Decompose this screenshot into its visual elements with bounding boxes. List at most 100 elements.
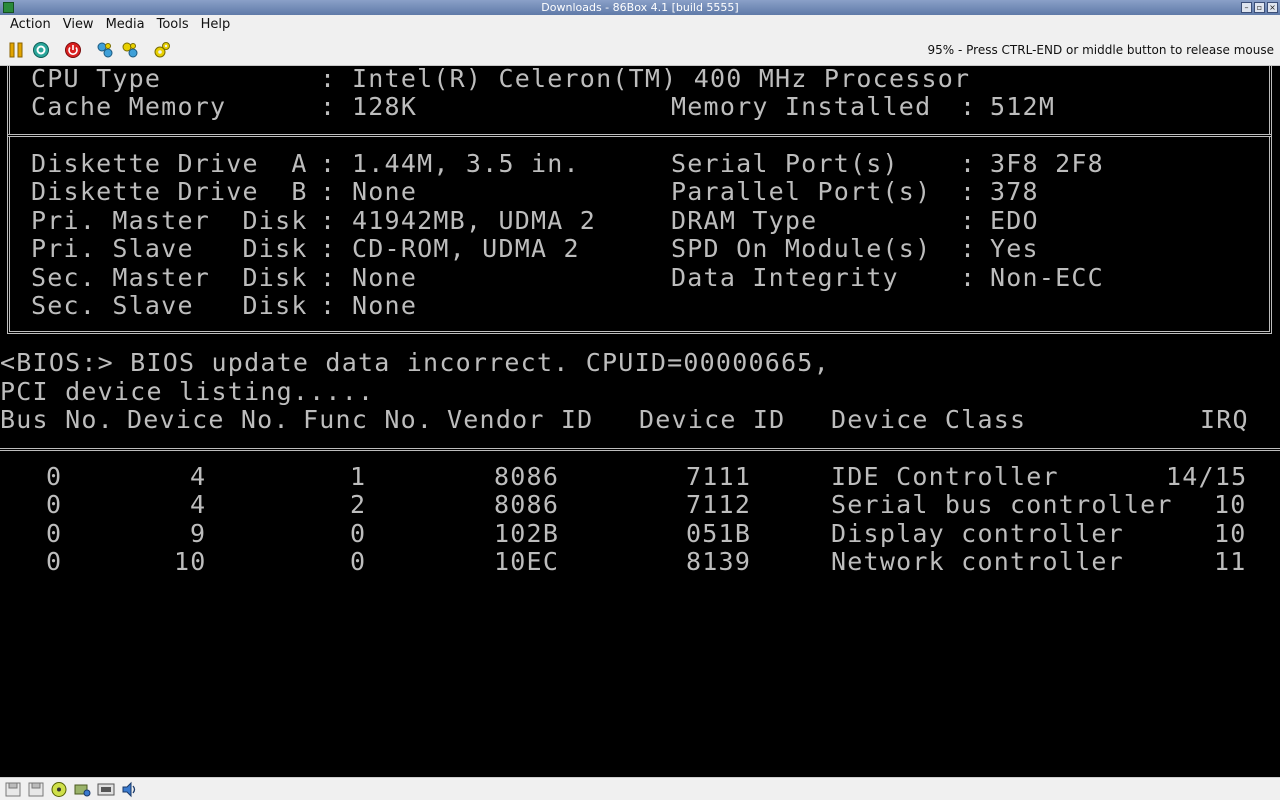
bios-right-value: 378 xyxy=(990,177,1039,206)
hard-disk-icon[interactable] xyxy=(73,781,91,798)
pci-irq: 10 xyxy=(1214,519,1247,548)
close-button[interactable]: × xyxy=(1267,2,1278,13)
bios-left-value: 41942MB, UDMA 2 xyxy=(352,206,597,235)
pci-vendor: 8086 xyxy=(494,462,560,491)
pci-class: Display controller xyxy=(831,519,1124,548)
pci-vendor: 8086 xyxy=(494,490,560,519)
pci-header-divider xyxy=(0,448,1280,451)
colon: : xyxy=(960,92,977,121)
window-title: Downloads - 86Box 4.1 [build 5555] xyxy=(541,1,739,14)
memory-installed-value: 512M xyxy=(990,92,1056,121)
bios-left-label: Pri. Slave Disk xyxy=(31,234,308,263)
colon: : xyxy=(960,234,977,263)
bios-left-label: Sec. Slave Disk xyxy=(31,291,308,320)
bios-left-value: None xyxy=(352,177,418,206)
ctrl-alt-esc-icon[interactable] xyxy=(121,41,139,59)
bios-left-label: Sec. Master Disk xyxy=(31,263,308,292)
pci-vendor: 10EC xyxy=(494,547,560,576)
pci-irq: 10 xyxy=(1214,490,1247,519)
cache-memory-label: Cache Memory xyxy=(31,92,227,121)
pci-vendor: 102B xyxy=(494,519,560,548)
floppy-b-icon[interactable] xyxy=(27,781,45,798)
floppy-a-icon[interactable] xyxy=(4,781,22,798)
pci-header-class: Device Class xyxy=(831,405,1027,434)
bios-left-value: None xyxy=(352,263,418,292)
bios-right-value: Non-ECC xyxy=(990,263,1104,292)
reset-icon[interactable] xyxy=(32,41,50,59)
colon: : xyxy=(960,206,977,235)
window-controls: – ▫ × xyxy=(1241,2,1278,13)
bios-left-value: 1.44M, 3.5 in. xyxy=(352,149,580,178)
colon: : xyxy=(960,263,977,292)
colon: : xyxy=(320,234,337,263)
cpu-type-label: CPU Type xyxy=(31,66,162,93)
colon: : xyxy=(320,291,337,320)
pci-func: 1 xyxy=(350,462,367,491)
bios-left-value: CD-ROM, UDMA 2 xyxy=(352,234,580,263)
pci-header-vendor: Vendor ID xyxy=(447,405,594,434)
emulator-screen[interactable]: CPU Type : Intel(R) Celeron(TM) 400 MHz … xyxy=(0,66,1280,777)
cdrom-icon[interactable] xyxy=(50,781,68,798)
bios-update-message: <BIOS:> BIOS update data incorrect. CPUI… xyxy=(0,348,830,377)
bios-right-value: Yes xyxy=(990,234,1039,263)
colon: : xyxy=(320,92,337,121)
bios-right-value: 3F8 2F8 xyxy=(990,149,1104,178)
minimize-button[interactable]: – xyxy=(1241,2,1252,13)
memory-installed-label: Memory Installed xyxy=(671,92,932,121)
menu-view[interactable]: View xyxy=(57,15,100,34)
menu-action[interactable]: Action xyxy=(4,15,57,34)
pci-func: 0 xyxy=(350,547,367,576)
menu-bar: Action View Media Tools Help xyxy=(0,15,1280,34)
app-icon xyxy=(3,2,14,13)
colon: : xyxy=(320,206,337,235)
colon: : xyxy=(320,177,337,206)
cache-memory-value: 128K xyxy=(352,92,418,121)
pci-class: Network controller xyxy=(831,547,1124,576)
pci-bus: 0 xyxy=(46,547,63,576)
pci-device-id: 7111 xyxy=(686,462,752,491)
pci-device: 4 xyxy=(190,462,207,491)
pci-device: 10 xyxy=(174,547,207,576)
pci-device: 4 xyxy=(190,490,207,519)
pci-device-id: 7112 xyxy=(686,490,752,519)
pci-class: Serial bus controller xyxy=(831,490,1173,519)
sound-icon[interactable] xyxy=(121,781,139,798)
colon: : xyxy=(320,149,337,178)
menu-media[interactable]: Media xyxy=(100,15,151,34)
colon: : xyxy=(960,149,977,178)
bios-right-label: Data Integrity xyxy=(671,263,899,292)
bios-left-label: Diskette Drive B xyxy=(31,177,308,206)
toolbar: 95% - Press CTRL-END or middle button to… xyxy=(0,34,1280,66)
power-icon[interactable] xyxy=(64,41,82,59)
network-icon[interactable] xyxy=(97,781,115,798)
status-bar xyxy=(0,777,1280,800)
maximize-button[interactable]: ▫ xyxy=(1254,2,1265,13)
pci-bus: 0 xyxy=(46,490,63,519)
pci-listing-title: PCI device listing..... xyxy=(0,377,375,406)
pci-header-device: Device No. xyxy=(127,405,290,434)
bios-right-label: DRAM Type xyxy=(671,206,818,235)
cpu-type-value: Intel(R) Celeron(TM) 400 MHz Processor xyxy=(352,66,971,93)
pci-func: 2 xyxy=(350,490,367,519)
bios-left-label: Diskette Drive A xyxy=(31,149,308,178)
pci-header-bus: Bus No. xyxy=(0,405,114,434)
pci-class: IDE Controller xyxy=(831,462,1059,491)
colon: : xyxy=(320,263,337,292)
bios-left-label: Pri. Master Disk xyxy=(31,206,308,235)
bios-left-value: None xyxy=(352,291,418,320)
pause-icon[interactable] xyxy=(7,41,25,59)
ctrl-alt-del-icon[interactable] xyxy=(96,41,114,59)
pci-header-device-id: Device ID xyxy=(639,405,786,434)
menu-help[interactable]: Help xyxy=(195,15,237,34)
pci-irq: 11 xyxy=(1214,547,1247,576)
pci-device-id: 051B xyxy=(686,519,752,548)
settings-icon[interactable] xyxy=(153,41,171,59)
pci-device-id: 8139 xyxy=(686,547,752,576)
colon: : xyxy=(960,177,977,206)
bios-right-label: Parallel Port(s) xyxy=(671,177,932,206)
pci-bus: 0 xyxy=(46,462,63,491)
menu-tools[interactable]: Tools xyxy=(151,15,195,34)
mouse-capture-status: 95% - Press CTRL-END or middle button to… xyxy=(927,43,1274,57)
title-bar: Downloads - 86Box 4.1 [build 5555] – ▫ × xyxy=(0,0,1280,15)
colon: : xyxy=(320,66,337,93)
